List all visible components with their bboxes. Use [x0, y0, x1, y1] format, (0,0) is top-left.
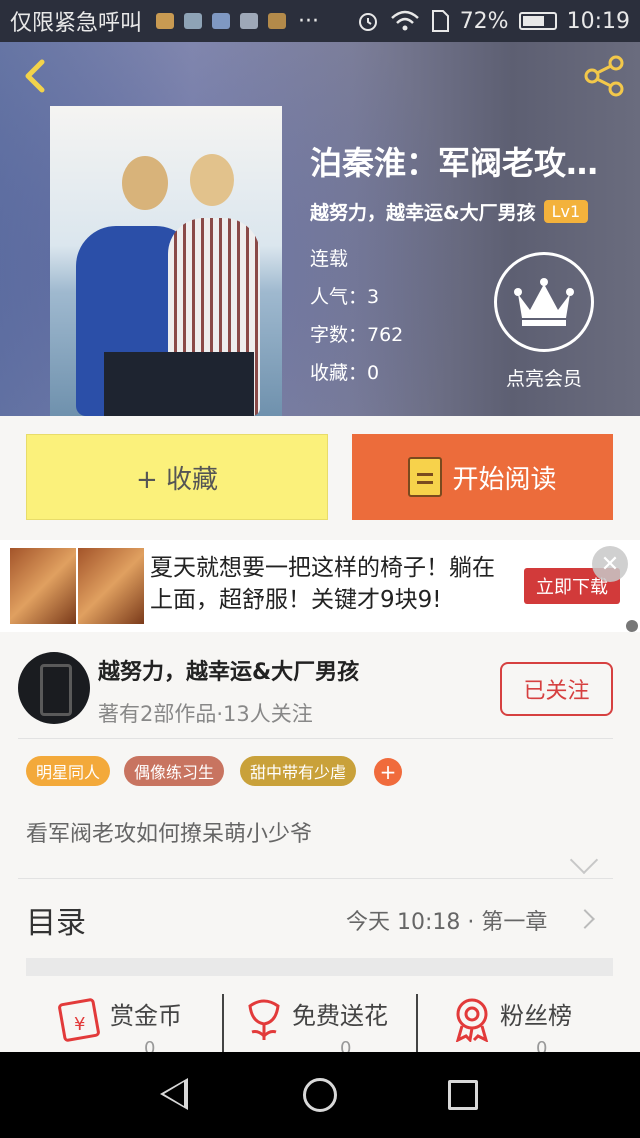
perk-label: 赏金币 — [110, 1002, 182, 1030]
add-tag-button[interactable]: + — [374, 758, 402, 786]
nav-home-icon[interactable] — [303, 1078, 337, 1112]
cover-figure — [190, 154, 234, 206]
word-count: 字数：762 — [310, 324, 404, 346]
tag-label: 偶像练习生 — [134, 763, 215, 782]
book-author[interactable]: 越努力，越幸运&大厂男孩 Lv1 — [310, 198, 589, 225]
tag[interactable]: 偶像练习生 — [124, 756, 225, 786]
tag[interactable]: 甜中带有少虐 — [240, 756, 357, 786]
tag[interactable]: 明星同人 — [26, 756, 111, 786]
divider — [222, 994, 224, 1052]
cover-figure — [122, 156, 168, 210]
wifi-icon — [390, 10, 419, 31]
author-card-name[interactable]: 越努力，越幸运&大厂男孩 — [98, 654, 359, 686]
favorite-label: + 收藏 — [135, 464, 219, 495]
status-bar: 仅限紧急呼叫 ··· 72% 10:19 — [0, 0, 640, 42]
crown-icon — [514, 278, 574, 326]
follow-button[interactable]: 已关注 — [500, 662, 613, 716]
notification-icons — [156, 13, 287, 29]
avatar[interactable] — [18, 652, 90, 724]
ad-close-icon[interactable]: ✕ — [592, 546, 628, 582]
book-title: 泊秦淮：军阀老攻的... — [310, 144, 630, 182]
divider — [18, 878, 613, 879]
ad-text: 夏天就想要一把这样的椅子！躺在上面，超舒服！关键才9块9! — [150, 555, 495, 613]
favorite-button[interactable]: + 收藏 — [26, 434, 328, 520]
battery-percent: 72% — [459, 8, 509, 34]
perk-flower[interactable]: 免费送花 — [242, 996, 388, 1042]
ad-image — [10, 548, 76, 624]
nav-recents-icon[interactable] — [448, 1080, 478, 1110]
notification-icon — [240, 13, 259, 29]
perk-fans[interactable]: 粉丝榜 — [450, 996, 572, 1042]
separator-bar — [26, 958, 613, 976]
toc-label[interactable]: 目录 — [26, 898, 86, 942]
divider — [18, 738, 613, 739]
back-icon[interactable] — [16, 56, 56, 96]
favorites-count: 收藏：0 — [310, 362, 380, 384]
perk-reward[interactable]: ¥ 赏金币 — [58, 996, 182, 1042]
alarm-icon — [358, 13, 377, 31]
red-envelope-icon: ¥ — [58, 998, 100, 1042]
svg-text:¥: ¥ — [74, 1014, 85, 1035]
share-icon[interactable] — [582, 54, 626, 98]
notification-icon — [156, 13, 175, 29]
start-reading-label: 开始阅读 — [452, 464, 557, 495]
tag-label: 明星同人 — [36, 763, 101, 782]
notification-icon — [268, 13, 287, 29]
vip-label[interactable]: 点亮会员 — [484, 364, 604, 391]
ad-image — [78, 548, 144, 624]
vip-button[interactable] — [494, 252, 594, 352]
perk-label: 粉丝榜 — [500, 1002, 572, 1030]
book-header: 泊秦淮：军阀老攻的... 越努力，越幸运&大厂男孩 Lv1 连载 人气：3 字数… — [0, 42, 640, 416]
notification-icon — [212, 13, 231, 29]
carrier-text: 仅限紧急呼叫 — [10, 11, 143, 36]
notification-icon — [184, 13, 203, 29]
start-reading-button[interactable]: 开始阅读 — [352, 434, 613, 520]
author-card-subtitle: 著有2部作品·13人关注 — [98, 702, 313, 726]
ad-mark-icon — [626, 620, 638, 632]
battery-icon — [518, 12, 557, 30]
sim-icon — [431, 10, 449, 32]
author-name: 越努力，越幸运&大厂男孩 — [310, 202, 536, 224]
cover-figure — [104, 352, 254, 416]
tag-label: 甜中带有少虐 — [250, 763, 347, 782]
clock: 10:19 — [566, 8, 630, 34]
popularity: 人气：3 — [310, 286, 380, 308]
serial-status: 连载 — [310, 248, 349, 270]
book-description: 看军阀老攻如何撩呆萌小少爷 — [26, 822, 313, 847]
book-cover[interactable] — [50, 106, 282, 416]
book-icon — [408, 457, 443, 497]
flower-icon — [248, 999, 280, 1040]
toc-latest[interactable]: 今天 10:18 · 第一章 — [346, 904, 547, 936]
level-badge: Lv1 — [543, 200, 589, 223]
more-notifications-icon: ··· — [298, 8, 319, 34]
nav-back-icon[interactable] — [160, 1078, 188, 1110]
medal-icon — [455, 998, 489, 1042]
divider — [416, 994, 418, 1052]
perk-label: 免费送花 — [292, 1002, 388, 1030]
